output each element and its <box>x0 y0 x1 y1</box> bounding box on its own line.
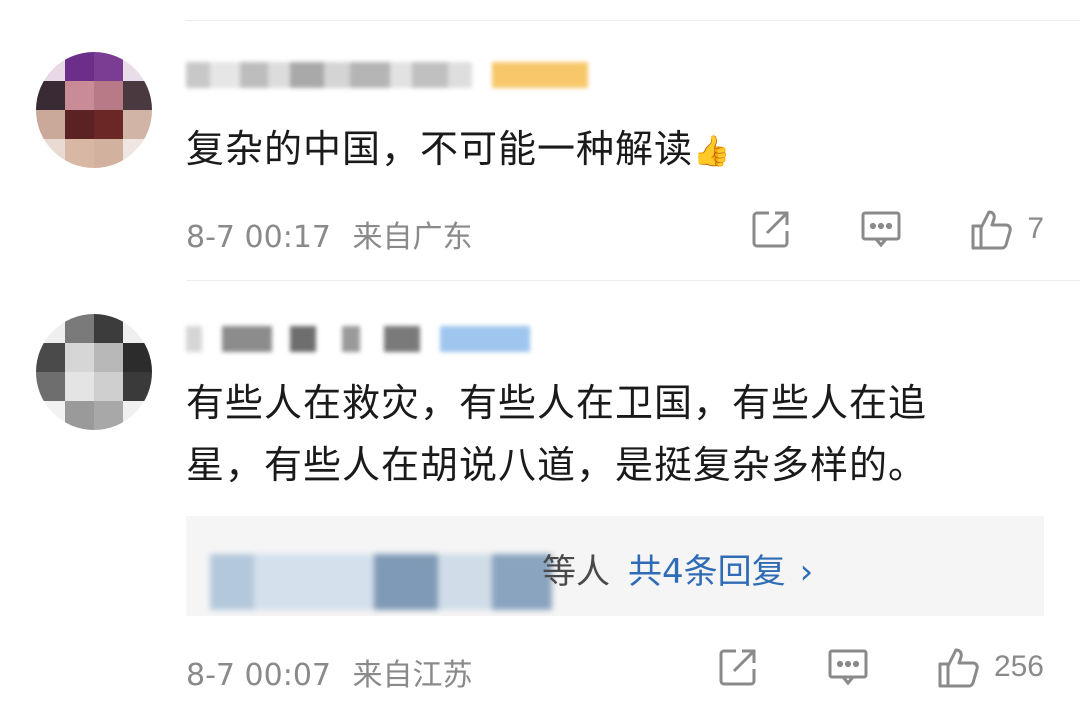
timestamp: 8-7 00:17 <box>186 220 331 255</box>
reply-summary: 等人 共4条回复 › <box>542 544 813 593</box>
avatar[interactable] <box>36 314 152 430</box>
reply-usernames-redacted <box>210 554 552 610</box>
avatar[interactable] <box>36 52 152 168</box>
comment-icon <box>861 211 901 248</box>
top-divider <box>186 20 1080 21</box>
comment-meta: 8-7 00:07 来自江苏 <box>186 650 473 694</box>
thumbs-up-icon <box>938 648 979 688</box>
comment-button[interactable] <box>859 207 903 251</box>
share-icon <box>719 649 756 686</box>
like-count: 256 <box>993 650 1044 683</box>
comment-body-line-1: 有些人在救灾，有些人在卫国，有些人在追 <box>186 381 928 425</box>
comment-meta: 8-7 00:17 来自广东 <box>186 212 473 256</box>
comment-button[interactable] <box>826 645 870 689</box>
location: 来自江苏 <box>352 658 473 693</box>
comment-divider <box>186 280 1080 281</box>
reply-suffix: 等人 <box>542 552 610 592</box>
comment-text: 有些人在救灾，有些人在卫国，有些人在追 星，有些人在胡说八道，是挺复杂多样的。 <box>186 372 1056 496</box>
location: 来自广东 <box>352 220 473 255</box>
thumbs-up-emoji: 👍 <box>693 133 732 169</box>
comment-text: 复杂的中国，不可能一种解读👍 <box>186 118 1056 183</box>
thumbs-up-icon <box>971 210 1013 250</box>
share-button[interactable] <box>716 645 760 689</box>
comment-body: 复杂的中国，不可能一种解读 <box>186 127 694 171</box>
comment-icon <box>828 649 868 686</box>
comment-body-line-2: 星，有些人在胡说八道，是挺复杂多样的。 <box>186 443 928 487</box>
username-redacted[interactable] <box>186 322 530 356</box>
share-button[interactable] <box>749 207 793 251</box>
like-button[interactable]: 7 <box>969 206 1044 252</box>
comment-actions: 256 <box>716 644 1044 690</box>
username-redacted[interactable] <box>186 58 588 92</box>
like-button[interactable]: 256 <box>936 644 1044 690</box>
share-icon <box>752 211 789 248</box>
chevron-right-icon: › <box>799 552 814 592</box>
timestamp: 8-7 00:07 <box>186 658 331 693</box>
view-replies-link[interactable]: 共4条回复 <box>628 552 786 592</box>
comment-actions: 7 <box>749 206 1044 252</box>
like-count: 7 <box>1027 212 1044 245</box>
replies-preview[interactable]: 等人 共4条回复 › <box>186 516 1044 616</box>
